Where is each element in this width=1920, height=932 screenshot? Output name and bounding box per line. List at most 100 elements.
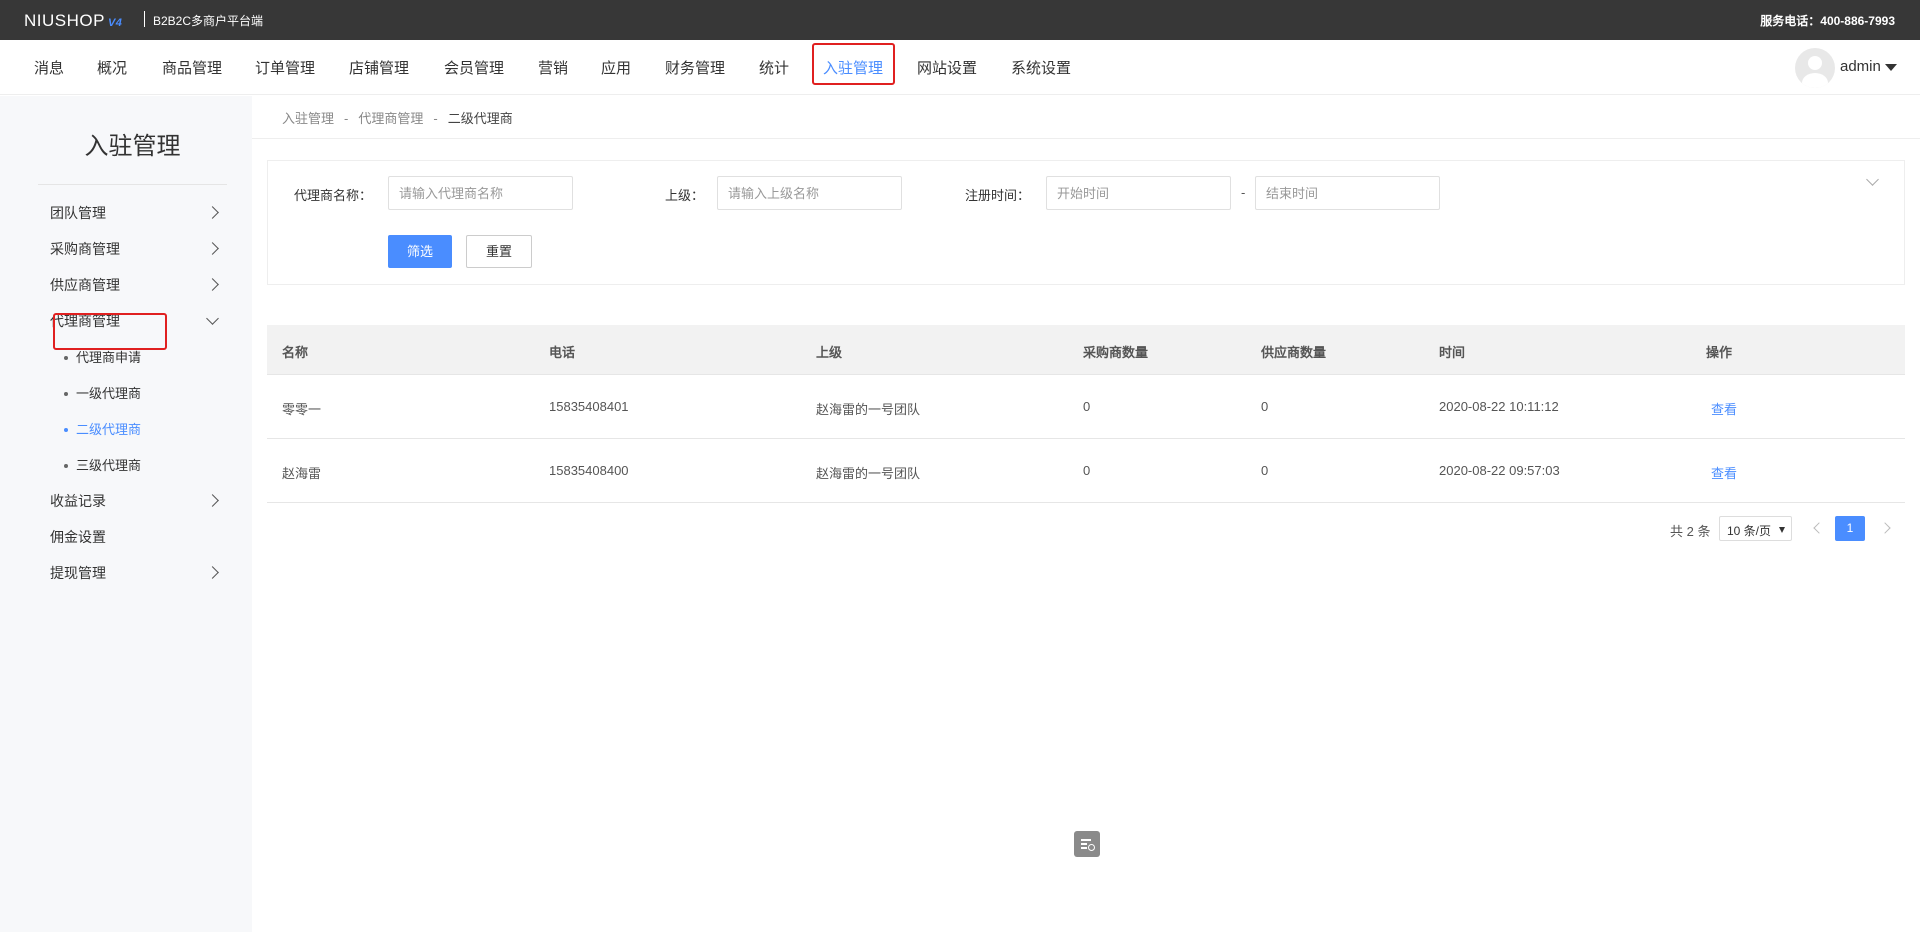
- chevron-right-icon[interactable]: [206, 278, 219, 291]
- caret-down-icon: [1779, 527, 1785, 533]
- icon-circle: [1088, 844, 1095, 851]
- column-header: 操作: [1706, 345, 1733, 360]
- column-header: 电话: [549, 345, 576, 360]
- page-size-select[interactable]: 10 条/页: [1719, 516, 1792, 541]
- sidebar-divider: [38, 184, 227, 185]
- view-link[interactable]: 查看: [1711, 463, 1737, 482]
- nav-item-finance[interactable]: 财务管理: [665, 57, 725, 78]
- icon-line: [1081, 847, 1087, 849]
- sidebar-subitem-label: 代理商申请: [76, 350, 142, 365]
- filter-panel: 代理商名称： 上级： 注册时间： - 筛选 重置: [267, 160, 1905, 285]
- breadcrumb: 入驻管理 - 代理商管理 - 二级代理商: [282, 108, 513, 127]
- chevron-right-icon[interactable]: [206, 566, 219, 579]
- sidebar-subitem-level1-agent[interactable]: 一级代理商: [64, 383, 141, 402]
- nav-item-members[interactable]: 会员管理: [444, 57, 504, 78]
- pagination: 共 2 条 10 条/页 1: [1660, 515, 1910, 541]
- agent-name-label: 代理商名称：: [294, 188, 373, 203]
- admin-username[interactable]: admin: [1840, 58, 1881, 75]
- top-bar: NIUSHOP V4 B2B2C多商户平台端 服务电话：400-886-7993: [0, 0, 1920, 40]
- cell-phone: 15835408400: [549, 463, 629, 478]
- chevron-right-icon[interactable]: [206, 494, 219, 507]
- nav-item-marketing[interactable]: 营销: [538, 57, 568, 78]
- table-row: 零零一 15835408401 赵海雷的一号团队 0 0 2020-08-22 …: [267, 375, 1905, 439]
- cell-parent: 赵海雷的一号团队: [816, 402, 921, 417]
- icon-line: [1081, 843, 1087, 845]
- date-range-dash: -: [1241, 185, 1246, 200]
- parent-label: 上级：: [665, 188, 705, 203]
- page-number-current[interactable]: 1: [1835, 516, 1865, 541]
- page-size-value: 10 条/页: [1727, 524, 1772, 538]
- nav-item-shops[interactable]: 店铺管理: [349, 57, 409, 78]
- sidebar-subitem-label: 三级代理商: [76, 458, 142, 473]
- sidebar-item-income[interactable]: 收益记录: [50, 491, 106, 511]
- column-header: 时间: [1439, 345, 1466, 360]
- bullet-dot: [64, 463, 68, 468]
- sidebar-item-purchaser[interactable]: 采购商管理: [50, 239, 120, 259]
- cell-time: 2020-08-22 10:11:12: [1439, 399, 1559, 414]
- table-row: 赵海雷 15835408400 赵海雷的一号团队 0 0 2020-08-22 …: [267, 439, 1905, 503]
- breadcrumb-item[interactable]: 入驻管理: [282, 111, 334, 126]
- nav-item-overview[interactable]: 概况: [97, 57, 127, 78]
- logo-text: NIUSHOP: [24, 11, 105, 30]
- sidebar-item-withdraw[interactable]: 提现管理: [50, 563, 106, 583]
- cell-parent: 赵海雷的一号团队: [816, 466, 921, 481]
- cell-supplier-count: 0: [1261, 399, 1269, 414]
- view-link[interactable]: 查看: [1711, 399, 1737, 418]
- cell-purchaser-count: 0: [1083, 399, 1091, 414]
- agent-name-input[interactable]: [388, 176, 573, 210]
- nav-item-statistics[interactable]: 统计: [759, 57, 789, 78]
- register-time-label: 注册时间：: [965, 188, 1031, 203]
- cell-purchaser-count: 0: [1083, 463, 1091, 478]
- sidebar-subitem-label: 一级代理商: [76, 386, 142, 401]
- main-nav: 消息 概况 商品管理 订单管理 店铺管理 会员管理 营销 应用 财务管理 统计 …: [0, 40, 1920, 95]
- breadcrumb-current: 二级代理商: [447, 111, 513, 126]
- bullet-dot: [64, 391, 68, 396]
- logo[interactable]: NIUSHOP V4: [24, 11, 122, 31]
- filter-button[interactable]: 筛选: [388, 235, 452, 268]
- sidebar-item-supplier[interactable]: 供应商管理: [50, 275, 120, 295]
- reset-button[interactable]: 重置: [466, 235, 532, 268]
- start-time-input[interactable]: [1046, 176, 1231, 210]
- sidebar-item-team[interactable]: 团队管理: [50, 203, 106, 223]
- chevron-right-icon[interactable]: [206, 242, 219, 255]
- column-header: 名称: [282, 345, 309, 360]
- nav-item-website-settings[interactable]: 网站设置: [917, 57, 977, 78]
- breadcrumb-item[interactable]: 代理商管理: [358, 111, 423, 126]
- chevron-down-icon[interactable]: [206, 312, 219, 325]
- chevron-right-icon[interactable]: [206, 206, 219, 219]
- table-header: 名称 电话 上级 采购商数量 供应商数量 时间 操作: [267, 325, 1905, 375]
- avatar[interactable]: [1795, 48, 1835, 88]
- cell-phone: 15835408401: [549, 399, 629, 414]
- sidebar-subitem-level3-agent[interactable]: 三级代理商: [64, 455, 141, 474]
- breadcrumb-separator: -: [433, 111, 438, 126]
- caret-down-icon[interactable]: [1885, 64, 1897, 71]
- sidebar-highlight-box: [53, 313, 167, 350]
- cell-name: 赵海雷: [282, 466, 322, 481]
- logo-divider: [144, 11, 145, 27]
- nav-item-orders[interactable]: 订单管理: [255, 57, 315, 78]
- parent-input[interactable]: [717, 176, 902, 210]
- bullet-dot: [64, 355, 68, 360]
- debug-toolbar-icon[interactable]: [1074, 831, 1100, 857]
- cell-name: 零零一: [282, 402, 322, 417]
- icon-line: [1081, 839, 1091, 841]
- bullet-dot: [64, 427, 68, 432]
- chevron-down-icon[interactable]: [1866, 173, 1879, 186]
- breadcrumb-separator: -: [344, 111, 349, 126]
- nav-item-goods[interactable]: 商品管理: [162, 57, 222, 78]
- chevron-right-icon[interactable]: [1879, 522, 1891, 534]
- end-time-input[interactable]: [1255, 176, 1440, 210]
- column-header: 供应商数量: [1261, 345, 1327, 360]
- cell-time: 2020-08-22 09:57:03: [1439, 463, 1560, 478]
- chevron-left-icon[interactable]: [1813, 522, 1825, 534]
- platform-subtitle: B2B2C多商户平台端: [153, 14, 264, 28]
- sidebar: 入驻管理 团队管理 采购商管理 供应商管理 代理商管理 代理商申请 一级代理商 …: [0, 96, 252, 932]
- cell-supplier-count: 0: [1261, 463, 1269, 478]
- nav-item-apps[interactable]: 应用: [601, 57, 631, 78]
- sidebar-subitem-level2-agent[interactable]: 二级代理商: [64, 419, 141, 438]
- nav-item-messages[interactable]: 消息: [34, 57, 64, 78]
- service-hotline: 服务电话：400-886-7993: [1760, 14, 1895, 28]
- nav-item-system-settings[interactable]: 系统设置: [1011, 57, 1071, 78]
- sidebar-item-commission[interactable]: 佣金设置: [50, 527, 106, 547]
- nav-highlight-box: [812, 43, 895, 85]
